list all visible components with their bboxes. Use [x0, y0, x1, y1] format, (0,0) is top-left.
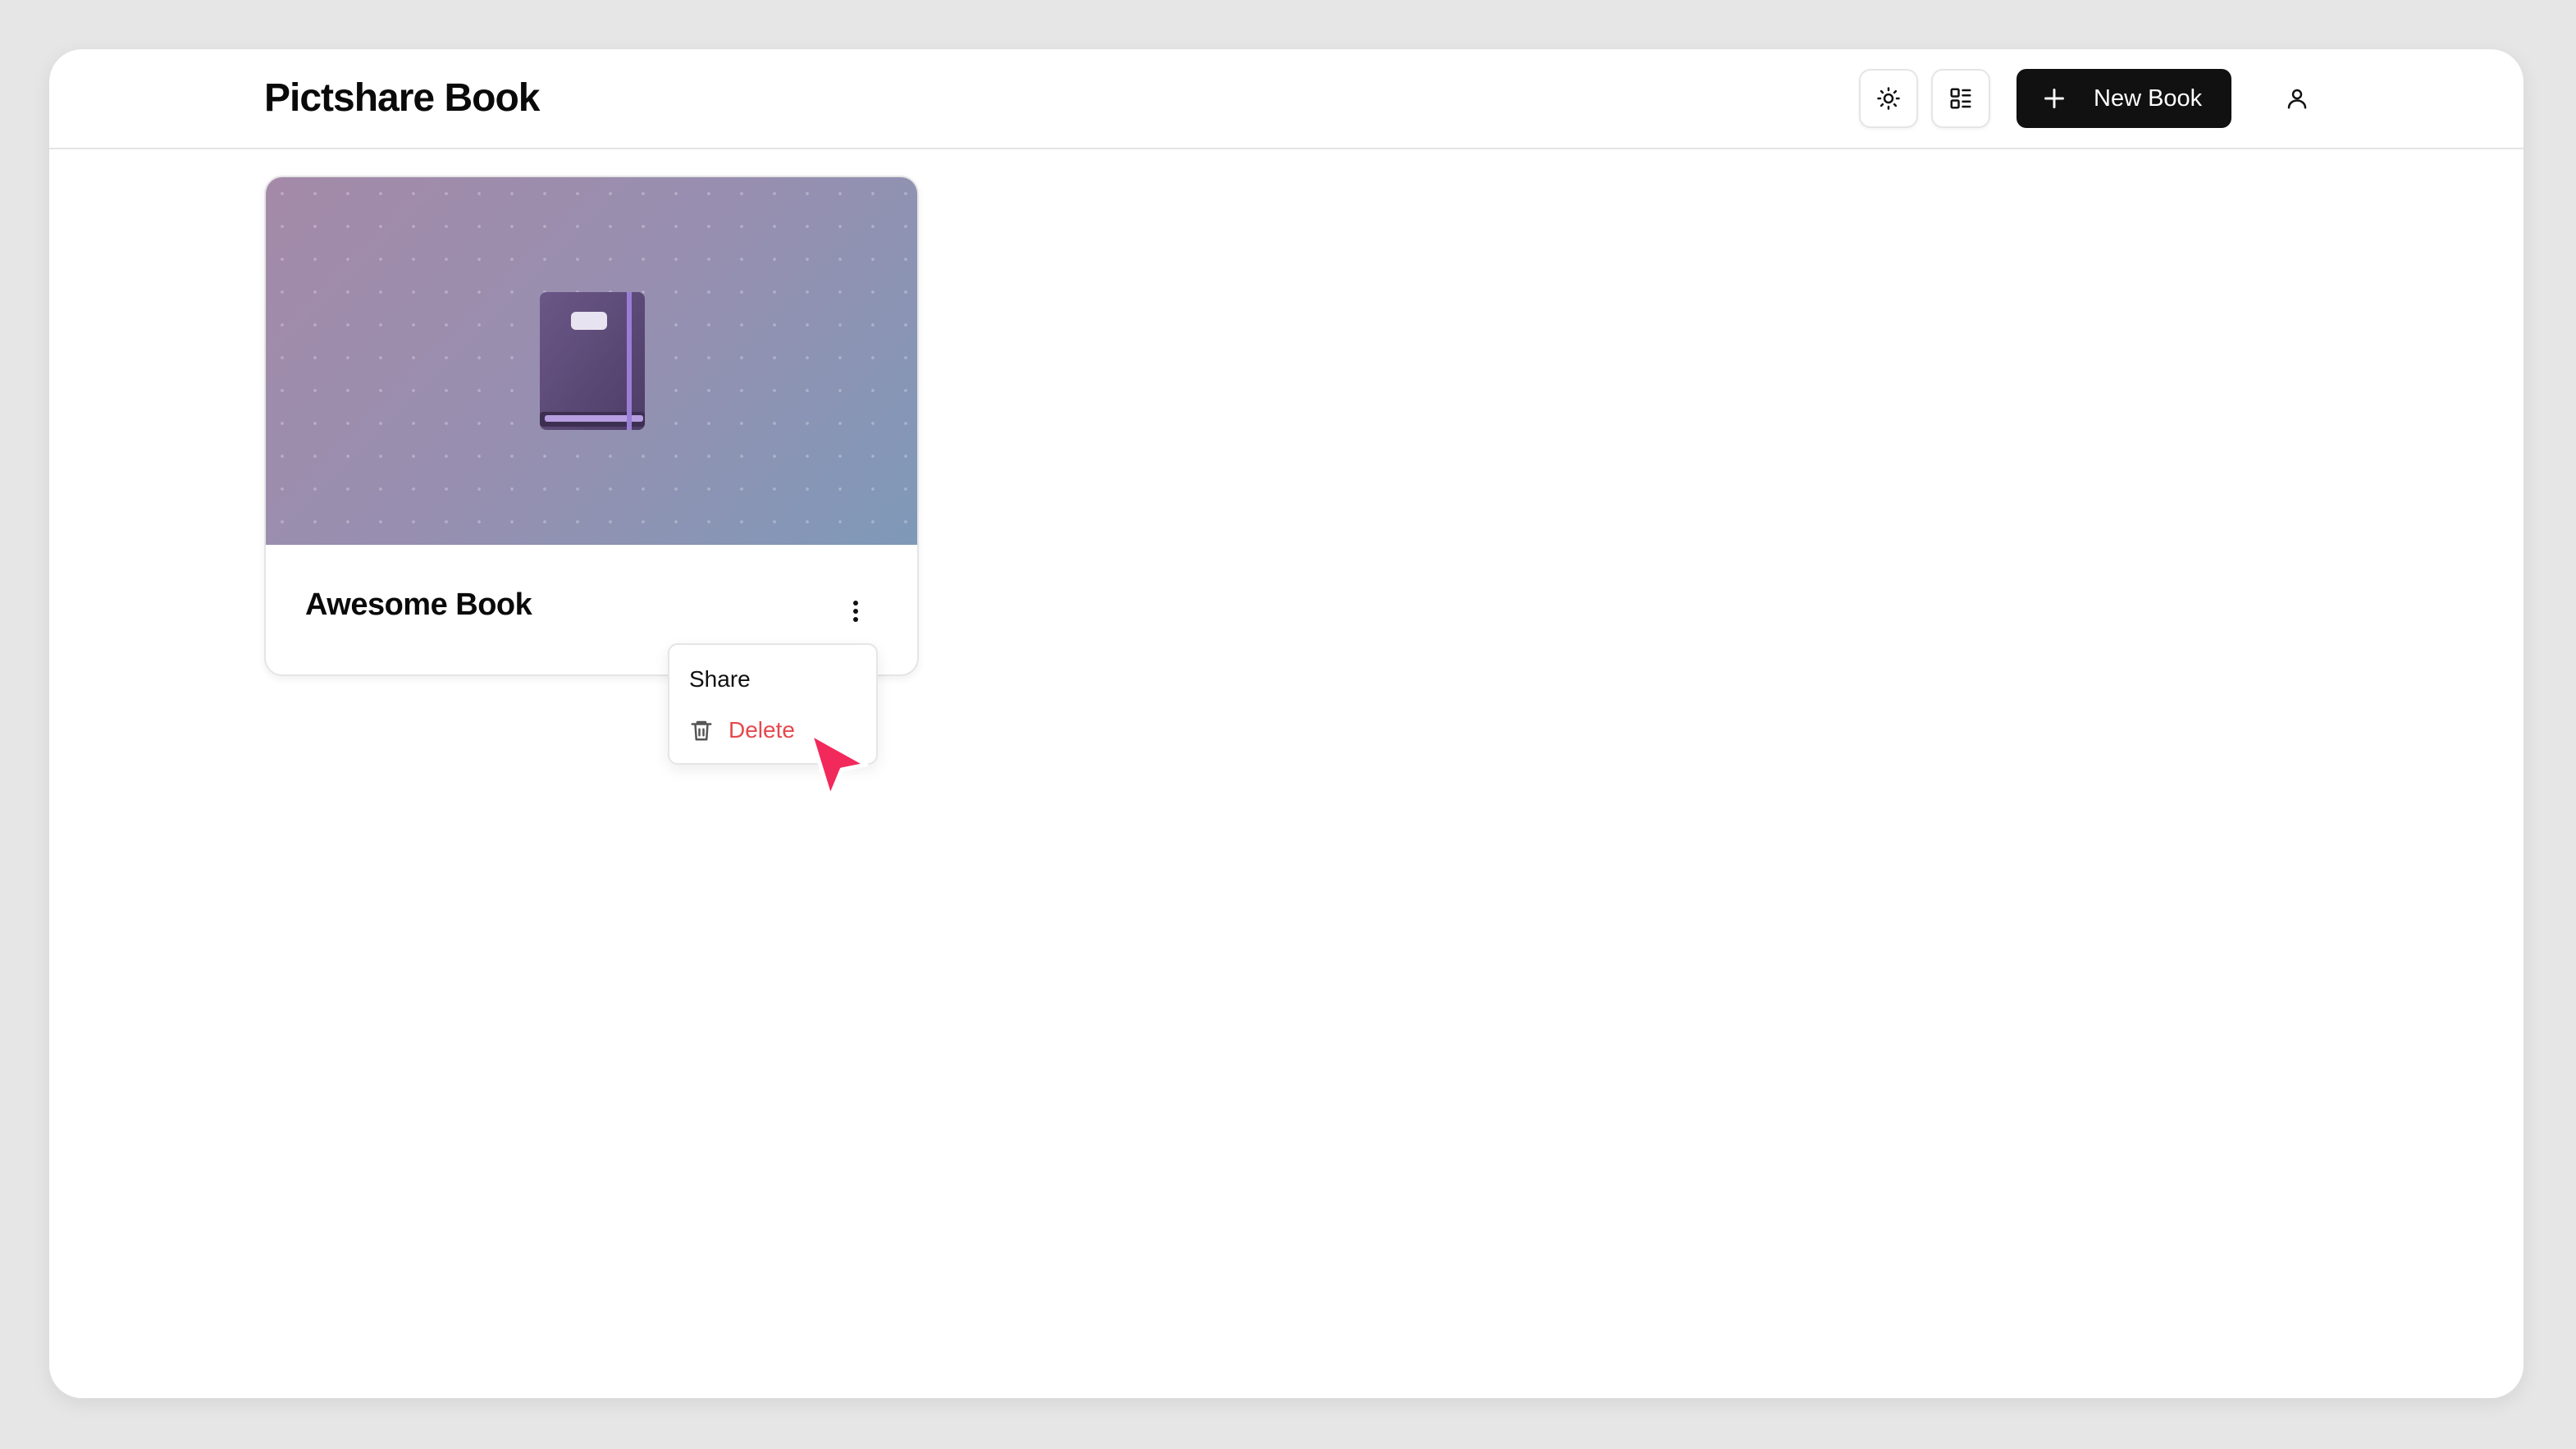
- theme-toggle-button[interactable]: [1859, 69, 1918, 128]
- menu-item-label: Share: [689, 666, 751, 692]
- layout-toggle-button[interactable]: [1931, 69, 1990, 128]
- user-menu-button[interactable]: [2268, 69, 2327, 128]
- new-book-button[interactable]: New Book: [2016, 69, 2231, 128]
- menu-item-label: Delete: [728, 717, 795, 743]
- menu-item-share[interactable]: Share: [669, 656, 876, 702]
- app-window: Pictshare Book New Book Awesome Book Sha…: [49, 49, 2523, 1398]
- book-card[interactable]: Awesome Book: [264, 176, 919, 676]
- list-layout-icon: [1950, 88, 1971, 109]
- app-title: Pictshare Book: [264, 76, 540, 120]
- top-bar: Pictshare Book New Book: [49, 49, 2523, 149]
- user-icon: [2287, 89, 2307, 109]
- notebook-icon: [540, 292, 645, 430]
- sun-icon: [1877, 87, 1900, 110]
- more-vertical-icon: [853, 601, 858, 622]
- book-options-button[interactable]: [835, 591, 876, 632]
- book-cover[interactable]: [266, 177, 917, 545]
- plus-icon: [2044, 89, 2064, 108]
- new-book-label: New Book: [2094, 85, 2203, 112]
- trash-icon: [691, 720, 712, 741]
- mouse-cursor-icon: [808, 731, 869, 800]
- book-title: Awesome Book: [305, 587, 532, 622]
